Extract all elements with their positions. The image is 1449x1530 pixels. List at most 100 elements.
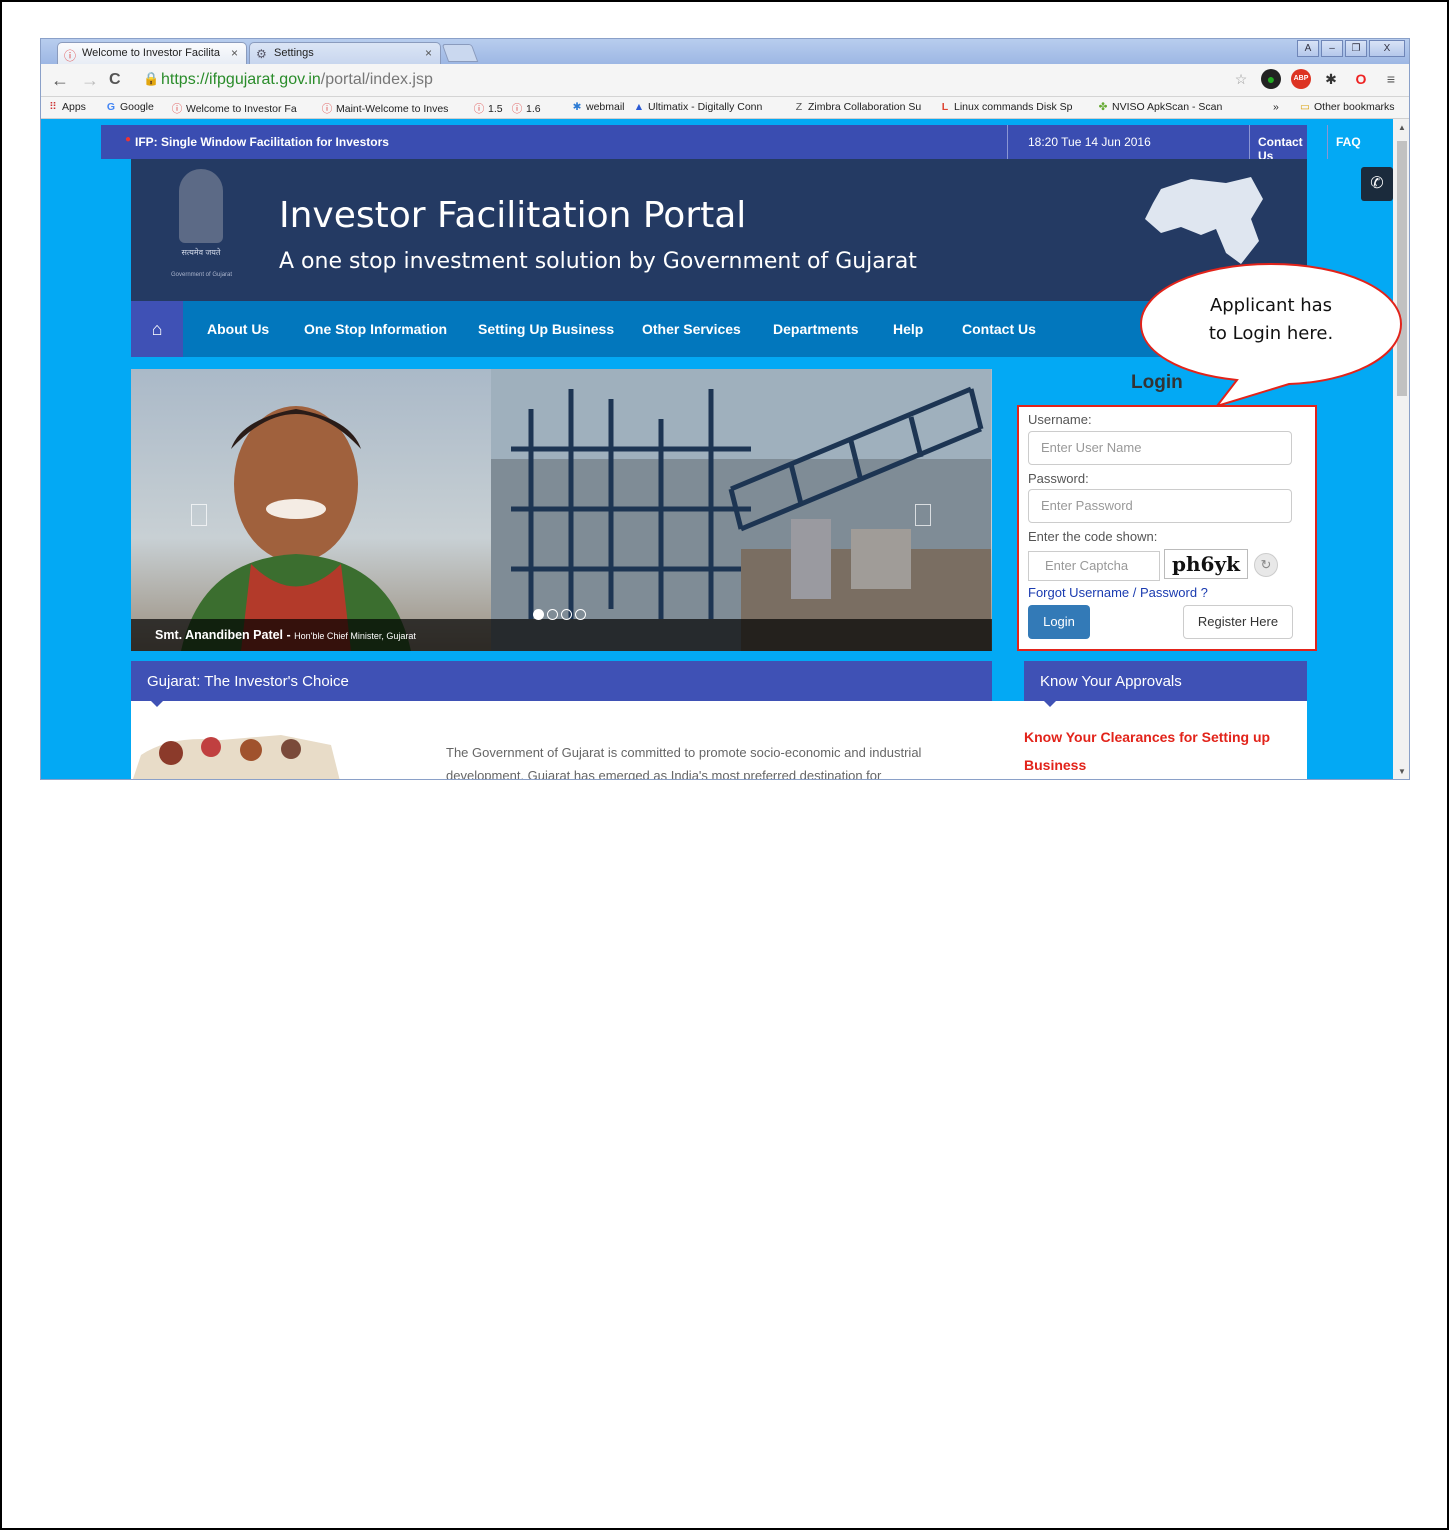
reload-icon[interactable]: C <box>109 71 121 89</box>
apps-grid-icon: ⠿ <box>49 101 57 113</box>
slide-caption: Smt. Anandiben Patel - Hon'ble Chief Min… <box>131 619 992 651</box>
maximize-button[interactable]: ❐ <box>1345 40 1367 57</box>
intro-paragraph: The Government of Gujarat is committed t… <box>446 745 922 780</box>
browser-window: ⓘ Welcome to Investor Facilita × ⚙ Setti… <box>40 38 1410 780</box>
captcha-label: Enter the code shown: <box>1028 529 1158 544</box>
bookmark-ultimatix[interactable]: ▲ Ultimatix - Digitally Conn <box>633 101 763 113</box>
nav-departments[interactable]: Departments <box>773 321 859 337</box>
bookmark-google[interactable]: G Google <box>105 101 154 113</box>
bookmark-linux[interactable]: L Linux commands Disk Sp <box>939 101 1073 113</box>
slider-dots <box>533 609 586 620</box>
back-arrow-icon[interactable]: ← <box>51 70 69 91</box>
top-faq-link[interactable]: FAQ <box>1327 125 1369 159</box>
star-icon[interactable]: ☆ <box>1231 69 1251 89</box>
bookmark-maint[interactable]: ⓘ Maint-Welcome to Inves <box>321 101 449 116</box>
bookmark-nviso[interactable]: ✤ NVISO ApkScan - Scan <box>1097 101 1223 113</box>
callout-line: to Login here. <box>1208 323 1334 344</box>
close-window-button[interactable]: X <box>1369 40 1405 57</box>
nav-help[interactable]: Help <box>893 321 923 337</box>
password-input[interactable]: Enter Password <box>1028 489 1292 523</box>
bookmark-welcome[interactable]: ⓘ Welcome to Investor Fa <box>171 101 297 116</box>
header-banner: सत्यमेव जयते Government of Gujarat Inves… <box>131 159 1307 301</box>
header-notch <box>1044 701 1056 707</box>
zimbra-icon: Z <box>795 101 803 113</box>
captcha-image: ph6yk <box>1164 549 1248 579</box>
username-label: Username: <box>1028 412 1092 427</box>
main-navigation: ⌂ About Us One Stop Information Setting … <box>131 301 1307 357</box>
tab-label: Welcome to Investor Facilita <box>82 47 220 59</box>
top-info-bar: ● IFP: Single Window Facilitation for In… <box>101 125 1361 163</box>
opera-icon[interactable]: O <box>1351 69 1371 89</box>
google-icon: G <box>106 101 116 113</box>
menu-icon[interactable]: ≡ <box>1381 69 1401 89</box>
tab-investor-portal[interactable]: ⓘ Welcome to Investor Facilita × <box>57 42 247 64</box>
site-favicon-icon: ⓘ <box>321 103 333 115</box>
know-approvals-header: Know Your Approvals <box>1024 661 1307 707</box>
bookmark-webmail[interactable]: ✱ webmail <box>571 101 625 113</box>
clearances-link[interactable]: Know Your Clearances for Setting up Busi… <box>1024 723 1304 779</box>
slider-next-arrow[interactable] <box>915 504 931 526</box>
login-form: Username: Enter User Name Password: Ente… <box>1017 405 1317 651</box>
nav-setting-up-business[interactable]: Setting Up Business <box>478 321 614 337</box>
annotation-callout: Applicant has to Login here. <box>1139 262 1403 407</box>
gujarat-collage-image <box>133 735 340 779</box>
nav-other-services[interactable]: Other Services <box>642 321 741 337</box>
scroll-down-icon[interactable]: ▼ <box>1398 767 1406 776</box>
minimize-button[interactable]: – <box>1321 40 1343 57</box>
browser-toolbar: ← → C 🔒 https://ifpgujarat.gov.in/portal… <box>41 64 1409 97</box>
tab-close-icon[interactable]: × <box>231 46 238 60</box>
bookmark-1-6[interactable]: ⓘ 1.6 <box>511 101 541 116</box>
section-title: Gujarat: The Investor's Choice <box>147 673 349 690</box>
nav-contact-us[interactable]: Contact Us <box>962 321 1036 337</box>
address-bar[interactable]: 🔒 https://ifpgujarat.gov.in/portal/index… <box>137 70 1227 92</box>
tab-close-icon[interactable]: × <box>425 46 432 60</box>
phone-icon[interactable]: ✆ <box>1361 167 1393 201</box>
date-time: 18:20 Tue 14 Jun 2016 <box>1007 125 1171 159</box>
caption-role: Hon'ble Chief Minister, Gujarat <box>294 631 416 641</box>
puzzle-icon[interactable]: ✱ <box>1321 69 1341 89</box>
extension-color-icon[interactable]: ● <box>1261 69 1281 89</box>
forgot-credentials-link[interactable]: Forgot Username / Password ? <box>1028 585 1208 600</box>
scroll-up-icon[interactable]: ▲ <box>1398 123 1406 132</box>
site-subtitle: A one stop investment solution by Govern… <box>279 249 917 274</box>
slider-dot[interactable] <box>575 609 586 620</box>
bookmark-zimbra[interactable]: Z Zimbra Collaboration Su <box>793 101 921 113</box>
login-button[interactable]: Login <box>1028 605 1090 639</box>
bookmark-apps[interactable]: ⠿ Apps <box>47 101 86 113</box>
bookmarks-overflow[interactable]: » <box>1273 101 1279 113</box>
tab-bar: ⓘ Welcome to Investor Facilita × ⚙ Setti… <box>41 39 1409 64</box>
profile-button[interactable]: A <box>1297 40 1319 57</box>
tagline: IFP: Single Window Facilitation for Inve… <box>135 135 389 149</box>
slider-dot[interactable] <box>547 609 558 620</box>
extension-icons: ☆ ● ABP ✱ O ≡ <box>1231 69 1401 89</box>
site-favicon-icon: ⓘ <box>171 103 183 115</box>
forward-arrow-icon[interactable]: → <box>81 70 99 91</box>
nav-about-us[interactable]: About Us <box>207 321 269 337</box>
refresh-captcha-icon[interactable]: ↻ <box>1254 553 1278 577</box>
bookmark-1-5[interactable]: ⓘ 1.5 <box>473 101 503 116</box>
bullet-icon: ● <box>125 134 132 145</box>
bookmark-other[interactable]: ▭ Other bookmarks <box>1299 101 1395 113</box>
top-contact-link[interactable]: Contact Us <box>1249 125 1311 163</box>
new-tab-button[interactable] <box>441 44 479 62</box>
adblock-icon[interactable]: ABP <box>1291 69 1311 89</box>
nav-one-stop-information[interactable]: One Stop Information <box>304 321 447 337</box>
android-icon: ✤ <box>1098 101 1108 113</box>
linux-icon: L <box>941 101 949 113</box>
slider-dot[interactable] <box>533 609 544 620</box>
home-icon[interactable]: ⌂ <box>131 301 183 357</box>
tab-settings[interactable]: ⚙ Settings × <box>249 42 441 64</box>
slider-dot[interactable] <box>561 609 572 620</box>
webmail-icon: ✱ <box>572 101 582 113</box>
slider-prev-arrow[interactable] <box>191 504 207 526</box>
register-button[interactable]: Register Here <box>1183 605 1293 639</box>
investor-choice-header: Gujarat: The Investor's Choice <box>131 661 992 707</box>
section-title: Know Your Approvals <box>1040 673 1182 690</box>
caption-name: Smt. Anandiben Patel - <box>155 628 295 642</box>
username-input[interactable]: Enter User Name <box>1028 431 1292 465</box>
url-text: https://ifpgujarat.gov.in/portal/index.j… <box>161 71 433 88</box>
vertical-scrollbar[interactable]: ▲ ▼ <box>1393 119 1409 779</box>
site-title: Investor Facilitation Portal <box>279 195 747 236</box>
callout-line: Applicant has <box>1209 295 1333 316</box>
captcha-input[interactable]: Enter Captcha <box>1028 551 1160 581</box>
